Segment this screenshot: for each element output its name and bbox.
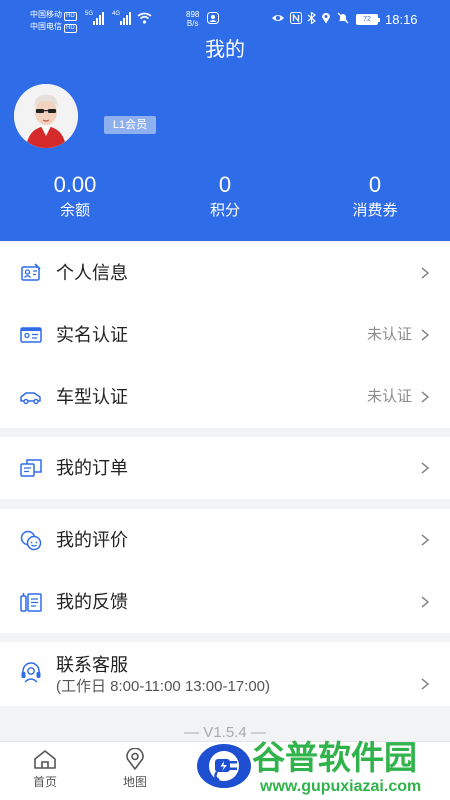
speed-value: 898 bbox=[186, 10, 200, 19]
carrier-1: 中国移动 bbox=[30, 10, 62, 19]
menu-item-label: 车型认证 bbox=[56, 387, 128, 407]
support-hours: (工作日 8:00-11:00 13:00-17:00) bbox=[56, 678, 271, 695]
speed-unit: B/s bbox=[186, 19, 199, 28]
bluetooth-icon bbox=[307, 12, 316, 24]
menu-item-label: 个人信息 bbox=[56, 263, 128, 283]
car-icon bbox=[20, 392, 41, 405]
coupons-label: 消费券 bbox=[352, 202, 398, 219]
charge-button[interactable] bbox=[197, 744, 251, 788]
wifi-icon bbox=[137, 12, 152, 24]
account-section: 个人信息 实名认证 未认证 车型认证 未认证 bbox=[0, 242, 450, 428]
app-notification-icon bbox=[207, 12, 219, 24]
headset-icon bbox=[21, 662, 41, 683]
balance-value: 0.00 bbox=[53, 172, 97, 197]
feedback-section: 我的评价 我的反馈 bbox=[0, 509, 450, 633]
coupons-value: 0 bbox=[368, 172, 382, 197]
verification-status: 未认证 bbox=[366, 388, 412, 405]
mute-bell-icon bbox=[337, 12, 349, 24]
carrier-info: 中国移动 HD 中国电信 HD bbox=[30, 9, 77, 33]
menu-item-my-feedback[interactable]: 我的反馈 bbox=[0, 571, 450, 633]
signal-icon bbox=[93, 11, 104, 25]
order-icon bbox=[20, 459, 42, 477]
tab-label: 首页 bbox=[32, 775, 57, 789]
chevron-right-icon bbox=[421, 391, 430, 403]
menu-item-contact-support[interactable]: 联系客服 (工作日 8:00-11:00 13:00-17:00) bbox=[0, 642, 450, 706]
network-4g-label: 4G bbox=[112, 11, 121, 17]
hd-badge: HD bbox=[64, 12, 77, 21]
home-icon bbox=[34, 750, 56, 769]
hd-badge: HD bbox=[64, 24, 77, 33]
chevron-right-icon bbox=[421, 267, 430, 279]
points-label: 积分 bbox=[209, 202, 240, 219]
chevron-right-icon bbox=[421, 596, 430, 608]
feedback-icon bbox=[20, 593, 42, 612]
orders-section: 我的订单 bbox=[0, 437, 450, 499]
menu-item-vehicle-verification[interactable]: 车型认证 未认证 bbox=[0, 366, 450, 428]
eye-icon bbox=[272, 15, 284, 21]
points-stat[interactable]: 0 积分 bbox=[150, 172, 300, 221]
menu-item-label: 我的评价 bbox=[56, 530, 128, 550]
chevron-right-icon bbox=[421, 462, 430, 474]
status-bar: 中国移动 HD 中国电信 HD 5G 4G 898 B/s 72 18:16 bbox=[0, 0, 450, 34]
avatar-image bbox=[14, 84, 78, 148]
clock: 18:16 bbox=[385, 12, 418, 27]
balance-stat[interactable]: 0.00 余额 bbox=[0, 172, 150, 221]
menu-item-personal-info[interactable]: 个人信息 bbox=[0, 242, 450, 304]
carrier-2: 中国电信 bbox=[30, 22, 62, 31]
balance-label: 余额 bbox=[59, 202, 90, 219]
watermark-url: www.gupuxiazai.com bbox=[260, 778, 422, 795]
chevron-right-icon bbox=[421, 678, 430, 690]
id-card-edit-icon bbox=[21, 263, 41, 281]
network-5g-label: 5G bbox=[85, 11, 94, 17]
signal-icon bbox=[120, 11, 131, 25]
nfc-icon bbox=[290, 12, 302, 24]
points-value: 0 bbox=[218, 172, 232, 197]
watermark-logo: 谷普软件园 www.gupuxiazai.com bbox=[252, 738, 450, 800]
menu-item-label: 我的反馈 bbox=[56, 592, 128, 612]
chevron-right-icon bbox=[421, 329, 430, 341]
charging-plug-icon bbox=[209, 751, 239, 782]
menu-item-label: 联系客服 bbox=[56, 655, 128, 675]
coupons-stat[interactable]: 0 消费券 bbox=[300, 172, 450, 221]
id-card-icon bbox=[20, 327, 42, 343]
menu-item-label: 我的订单 bbox=[56, 458, 128, 478]
tab-map[interactable]: 地图 bbox=[105, 748, 165, 790]
network-speed: 898 B/s bbox=[186, 10, 199, 28]
watermark-text: 谷普软件园 bbox=[252, 739, 417, 776]
tab-label: 地图 bbox=[122, 775, 147, 789]
map-pin-icon bbox=[126, 748, 144, 770]
support-section: 联系客服 (工作日 8:00-11:00 13:00-17:00) bbox=[0, 642, 450, 706]
tab-home[interactable]: 首页 bbox=[15, 748, 75, 790]
menu-item-label: 实名认证 bbox=[56, 325, 128, 345]
review-icon bbox=[20, 530, 42, 551]
member-level-badge: L1会员 bbox=[104, 116, 156, 134]
menu-item-my-orders[interactable]: 我的订单 bbox=[0, 437, 450, 499]
profile-header: 中国移动 HD 中国电信 HD 5G 4G 898 B/s 72 18:16 我… bbox=[0, 0, 450, 241]
menu-item-my-reviews[interactable]: 我的评价 bbox=[0, 509, 450, 571]
chevron-right-icon bbox=[421, 534, 430, 546]
verification-status: 未认证 bbox=[366, 326, 412, 343]
location-icon bbox=[322, 13, 330, 24]
battery-icon: 72 bbox=[356, 14, 380, 25]
page-title: 我的 bbox=[205, 39, 245, 61]
menu-item-real-name-verification[interactable]: 实名认证 未认证 bbox=[0, 304, 450, 366]
avatar[interactable] bbox=[14, 84, 78, 148]
